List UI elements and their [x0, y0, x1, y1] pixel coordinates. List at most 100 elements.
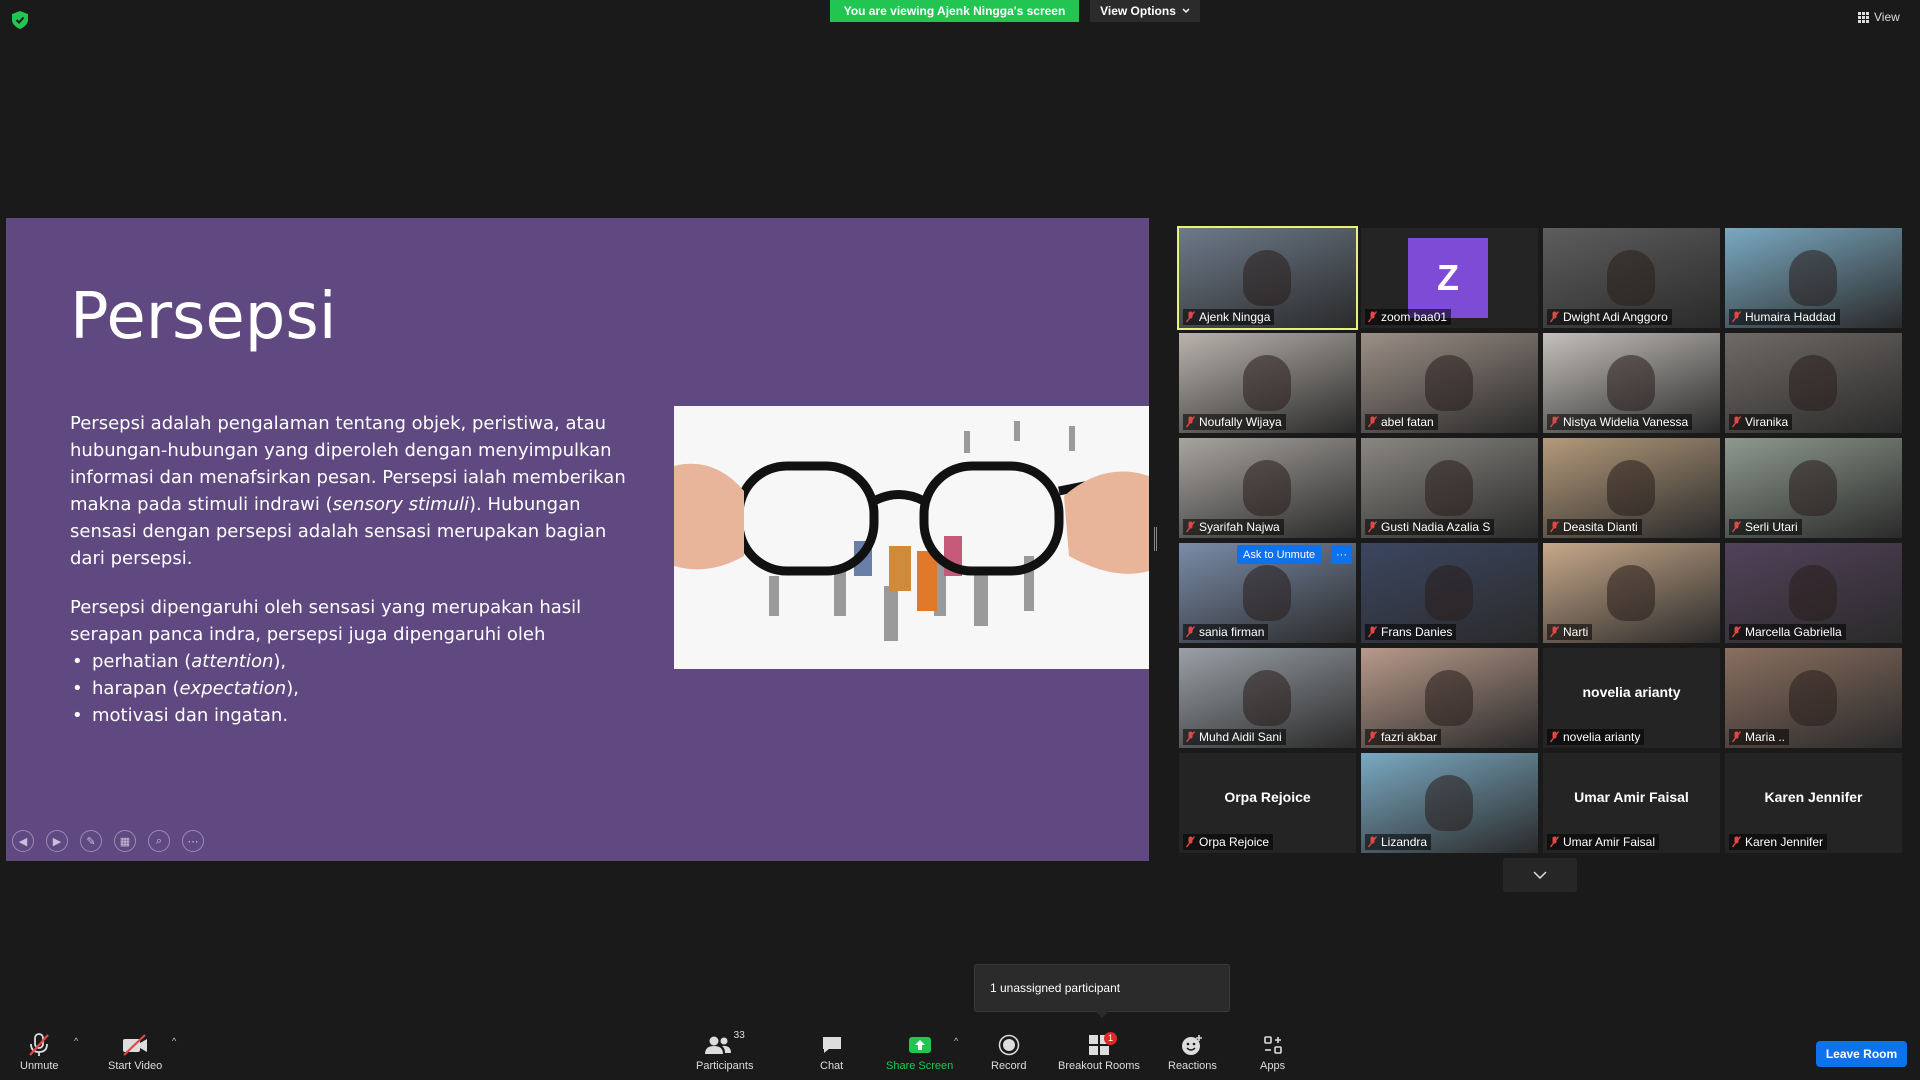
participant-name-label: Karen Jennifer	[1729, 834, 1828, 850]
view-button[interactable]: View	[1858, 10, 1900, 24]
more-options-button[interactable]: ···	[1331, 545, 1352, 564]
audio-options-caret-icon[interactable]: ^	[74, 1036, 78, 1046]
chevron-down-icon	[1182, 8, 1190, 14]
video-options-caret-icon[interactable]: ^	[172, 1036, 176, 1046]
participant-tile[interactable]: Orpa Rejoice Orpa Rejoice	[1179, 753, 1356, 853]
participant-tile[interactable]: Deasita Dianti	[1543, 438, 1720, 538]
unmute-button[interactable]: Unmute	[20, 1030, 59, 1072]
participant-tile[interactable]: Zzoom baa01	[1361, 228, 1538, 328]
person-silhouette	[1243, 670, 1291, 726]
participant-tile[interactable]: Frans Danies	[1361, 543, 1538, 643]
unassigned-participant-tooltip: 1 unassigned participant	[974, 964, 1230, 1018]
grid-icon	[1858, 11, 1869, 23]
mic-muted-icon	[1732, 521, 1741, 533]
participant-tile[interactable]: Humaira Haddad	[1725, 228, 1902, 328]
leave-room-button[interactable]: Leave Room	[1816, 1041, 1907, 1067]
participant-tile[interactable]: fazri akbar	[1361, 648, 1538, 748]
mic-muted-icon	[1732, 626, 1741, 638]
participant-name-label: sania firman	[1183, 624, 1269, 640]
mic-muted-icon	[1550, 836, 1559, 848]
share-screen-label: Share Screen	[886, 1060, 954, 1072]
participant-tile[interactable]: Gusti Nadia Azalia S	[1361, 438, 1538, 538]
person-silhouette	[1243, 355, 1291, 411]
security-shield-icon[interactable]	[12, 11, 28, 29]
person-silhouette	[1243, 460, 1291, 516]
participant-name-label: Umar Amir Faisal	[1547, 834, 1660, 850]
mic-muted-icon	[1550, 311, 1559, 323]
shared-screen[interactable]: Persepsi Persepsi adalah pengalaman tent…	[6, 218, 1149, 861]
view-options-label: View Options	[1100, 4, 1176, 18]
participant-tile[interactable]: abel fatan	[1361, 333, 1538, 433]
person-silhouette	[1607, 250, 1655, 306]
zoom-icon[interactable]: ⌕	[148, 830, 170, 852]
chat-button[interactable]: Chat	[820, 1030, 843, 1072]
mic-muted-icon	[1550, 731, 1559, 743]
pen-icon[interactable]: ✎	[80, 830, 102, 852]
participant-tile[interactable]: Lizandra	[1361, 753, 1538, 853]
slide-bullet: motivasi dan ingatan.	[70, 702, 299, 729]
slides-grid-icon[interactable]: ▦	[114, 830, 136, 852]
video-off-icon	[123, 1034, 148, 1056]
person-silhouette	[1607, 565, 1655, 621]
more-options-icon[interactable]: ⋯	[182, 830, 204, 852]
participant-tile[interactable]: Muhd Aidil Sani	[1179, 648, 1356, 748]
record-icon	[998, 1034, 1019, 1056]
participant-tile[interactable]: Dwight Adi Anggoro	[1543, 228, 1720, 328]
apps-button[interactable]: Apps	[1260, 1030, 1285, 1072]
participant-tile[interactable]: Karen Jennifer Karen Jennifer	[1725, 753, 1902, 853]
person-silhouette	[1789, 250, 1837, 306]
mic-muted-icon	[1732, 311, 1741, 323]
participant-tile[interactable]: Noufally Wijaya	[1179, 333, 1356, 433]
person-silhouette	[1425, 565, 1473, 621]
person-silhouette	[1607, 460, 1655, 516]
participant-tile[interactable]: Maria ..	[1725, 648, 1902, 748]
record-button[interactable]: Record	[991, 1030, 1026, 1072]
person-silhouette	[1425, 355, 1473, 411]
mic-muted-icon	[1732, 836, 1741, 848]
participant-tile[interactable]: Nistya Widelia Vanessa	[1543, 333, 1720, 433]
participant-tile[interactable]: novelia arianty novelia arianty	[1543, 648, 1720, 748]
participant-tile[interactable]: Marcella Gabriella	[1725, 543, 1902, 643]
participant-tile[interactable]: Umar Amir Faisal Umar Amir Faisal	[1543, 753, 1720, 853]
participants-icon	[704, 1036, 731, 1054]
participant-name-label: fazri akbar	[1365, 729, 1442, 745]
participant-tile[interactable]: Serli Utari	[1725, 438, 1902, 538]
mic-muted-icon	[1732, 416, 1741, 428]
participant-name-label: Deasita Dianti	[1547, 519, 1642, 535]
participant-tile[interactable]: sania firman Ask to Unmute ···	[1179, 543, 1356, 643]
mic-muted-icon	[1186, 416, 1195, 428]
share-screen-button[interactable]: Share Screen	[886, 1030, 953, 1072]
participant-name-label: Gusti Nadia Azalia S	[1365, 519, 1495, 535]
smiley-icon	[1182, 1035, 1203, 1055]
person-silhouette	[1789, 565, 1837, 621]
participant-tile[interactable]: Viranika	[1725, 333, 1902, 433]
mic-muted-icon	[1186, 626, 1195, 638]
participants-button[interactable]: 33 Participants	[696, 1030, 753, 1072]
breakout-rooms-button[interactable]: 1 Breakout Rooms	[1058, 1030, 1140, 1072]
participant-tile[interactable]: Syarifah Najwa	[1179, 438, 1356, 538]
reactions-button[interactable]: Reactions	[1168, 1030, 1217, 1072]
participant-name-label: Frans Danies	[1365, 624, 1457, 640]
share-options-caret-icon[interactable]: ^	[954, 1036, 958, 1046]
next-page-button[interactable]	[1503, 858, 1577, 892]
breakout-badge: 1	[1103, 1032, 1117, 1045]
previous-slide-icon[interactable]: ◀	[12, 830, 34, 852]
mic-muted-icon	[1368, 416, 1377, 428]
chevron-down-icon	[1533, 871, 1547, 879]
ask-to-unmute-button[interactable]: Ask to Unmute	[1237, 545, 1322, 564]
participant-name-label: Muhd Aidil Sani	[1183, 729, 1286, 745]
participant-tile[interactable]: Ajenk Ningga	[1177, 226, 1358, 330]
splitter-handle[interactable]	[1154, 527, 1157, 551]
participant-name-label: Humaira Haddad	[1729, 309, 1840, 325]
participant-tile[interactable]: Narti	[1543, 543, 1720, 643]
start-video-button[interactable]: Start Video	[108, 1030, 162, 1072]
unmute-label: Unmute	[20, 1060, 59, 1072]
view-options-button[interactable]: View Options	[1090, 0, 1200, 22]
person-silhouette	[1789, 460, 1837, 516]
participant-display-name: novelia arianty	[1582, 684, 1681, 700]
mic-muted-icon	[1186, 836, 1195, 848]
person-silhouette	[1425, 670, 1473, 726]
mic-muted-icon	[1368, 731, 1377, 743]
next-slide-icon[interactable]: ▶	[46, 830, 68, 852]
slide-bullet: perhatian (attention),	[70, 648, 299, 675]
